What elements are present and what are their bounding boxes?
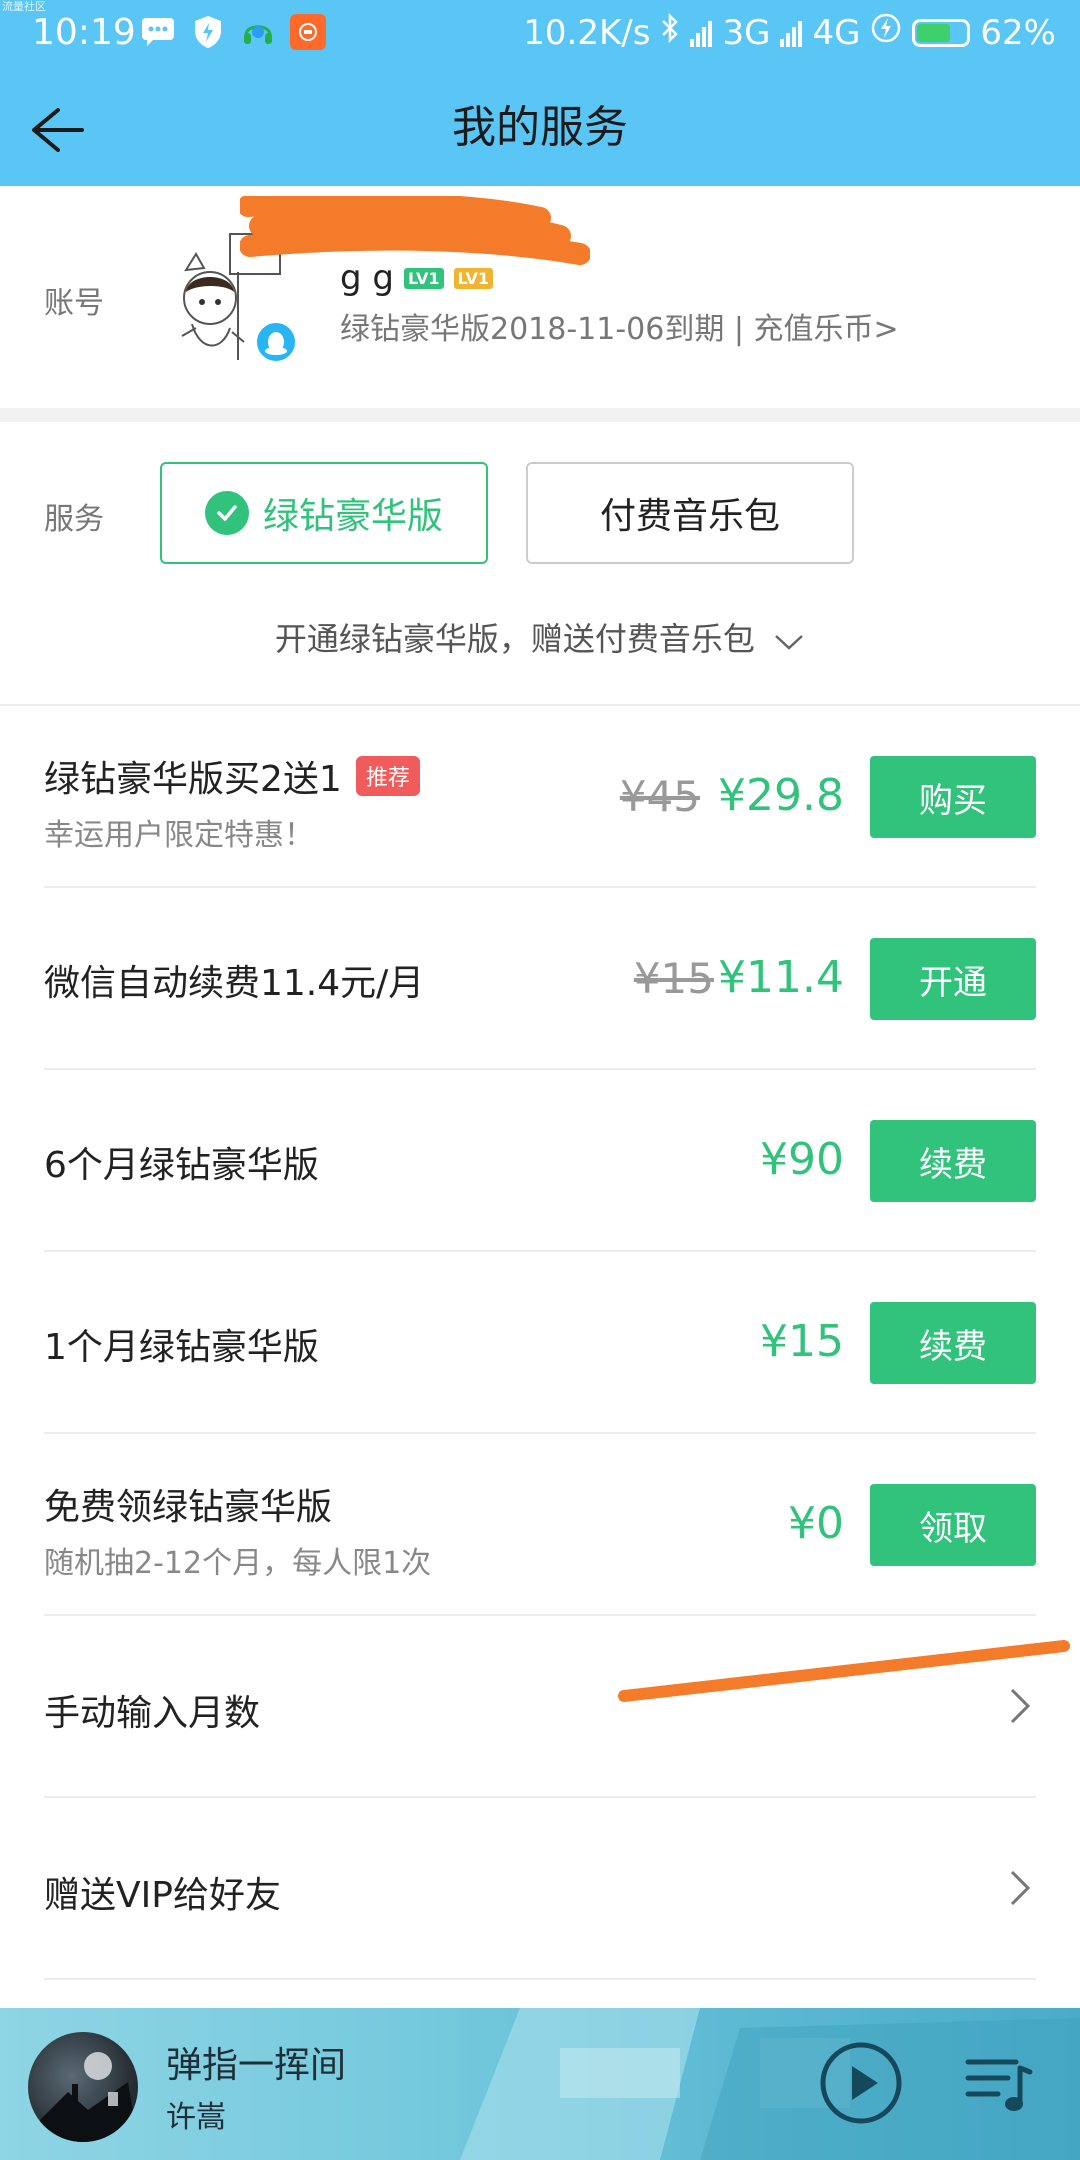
check-icon: [204, 491, 249, 535]
activate-button[interactable]: 开通: [870, 938, 1036, 1020]
playlist-icon[interactable]: [964, 2054, 1034, 2116]
player-background-art: [0, 2008, 1080, 2160]
link-label: 手动输入月数: [44, 1693, 261, 1734]
section-gap: [0, 408, 1080, 422]
page-title: 我的服务: [452, 102, 628, 153]
service-option-green-diamond[interactable]: 绿钻豪华版: [160, 462, 488, 564]
plan-row-1-month[interactable]: 1个月绿钻豪华版 ¥15 续费: [44, 1252, 1036, 1434]
album-art[interactable]: [28, 2032, 138, 2142]
plan-price: ¥90: [760, 1134, 844, 1185]
plan-title: 绿钻豪华版买2送1: [44, 759, 342, 800]
plan-price: ¥29.8: [718, 770, 844, 821]
notification-icons: [140, 14, 326, 50]
net-3g-label: 3G: [722, 13, 771, 53]
service-option-music-pack[interactable]: 付费音乐包: [526, 462, 854, 564]
plan-row-buy2get1[interactable]: 绿钻豪华版买2送1 推荐 幸运用户限定特惠！ ¥45 ¥29.8 购买: [44, 706, 1036, 888]
plan-old-price: ¥15: [633, 954, 714, 1003]
service-note[interactable]: 开通绿钻豪华版，赠送付费音乐包: [0, 614, 1080, 660]
plan-subtitle: 幸运用户限定特惠！: [44, 818, 314, 853]
chevron-down-icon: [773, 622, 805, 660]
status-time: 10:19: [32, 12, 136, 53]
plan-title: 1个月绿钻豪华版: [44, 1327, 319, 1368]
service-label: 服务: [44, 502, 104, 537]
plan-title: 微信自动续费11.4元/月: [44, 963, 425, 1004]
plan-title: 6个月绿钻豪华版: [44, 1145, 319, 1186]
message-icon: [140, 14, 176, 50]
plan-title-row: 免费领绿钻豪华版: [44, 1478, 332, 1530]
plan-title-row: 绿钻豪华版买2送1 推荐: [44, 750, 420, 802]
plan-title-row: 微信自动续费11.4元/月: [44, 954, 424, 1006]
plan-title-row: 1个月绿钻豪华版: [44, 1318, 319, 1370]
plan-list: 绿钻豪华版买2送1 推荐 幸运用户限定特惠！ ¥45 ¥29.8 购买 微信自动…: [0, 706, 1080, 1980]
plan-title: 免费领绿钻豪华版: [44, 1487, 333, 1528]
plan-price: ¥0: [788, 1498, 844, 1549]
service-option-label: 付费音乐包: [599, 496, 780, 537]
service-option-label: 绿钻豪华版: [262, 496, 443, 537]
renew-button[interactable]: 续费: [870, 1120, 1036, 1202]
status-bar: 流量社区 10:19 10.2K/s 3G 4G 62%: [0, 0, 1080, 68]
plan-title-row: 赠送VIP给好友: [44, 1866, 281, 1918]
recommend-tag: 推荐: [355, 756, 420, 796]
link-row-manual-months[interactable]: 手动输入月数: [44, 1616, 1070, 1798]
service-section: 服务 绿钻豪华版 付费音乐包 开通绿钻豪华版，赠送付费音乐包: [0, 422, 1080, 704]
plan-subtitle: 随机抽2-12个月，每人限1次: [44, 1546, 432, 1581]
account-section[interactable]: 账号 g g LV1 LV1 绿钻豪华版2018-11-06到期 | 充值乐币>: [0, 186, 1080, 408]
song-title: 弹指一挥间: [166, 2045, 347, 2086]
qq-penguin-icon: [254, 320, 298, 364]
plan-title-row: 手动输入月数: [44, 1684, 260, 1736]
net-speed: 10.2K/s: [523, 13, 651, 53]
charging-icon: [870, 11, 902, 55]
redaction-scribble: [240, 196, 590, 265]
battery-percent: 62%: [980, 13, 1056, 53]
link-label: 赠送VIP给好友: [44, 1875, 281, 1916]
plan-row-wechat-autorenew[interactable]: 微信自动续费11.4元/月 ¥15 ¥11.4 开通: [44, 888, 1036, 1070]
app-notification-icon: [290, 14, 326, 50]
vip-expiry-text[interactable]: 绿钻豪华版2018-11-06到期 | 充值乐币>: [340, 304, 899, 348]
signal-4g-icon: [780, 19, 803, 47]
plan-row-free[interactable]: 免费领绿钻豪华版 随机抽2-12个月，每人限1次 ¥0 领取: [44, 1434, 1036, 1616]
shield-icon: [190, 14, 226, 50]
screen: 流量社区 10:19 10.2K/s 3G 4G 62% 我的服务 账号 g g…: [0, 0, 1080, 2160]
plan-row-6-months[interactable]: 6个月绿钻豪华版 ¥90 续费: [44, 1070, 1036, 1252]
signal-3g-icon: [690, 19, 713, 47]
claim-button[interactable]: 领取: [870, 1484, 1036, 1566]
play-icon[interactable]: [818, 2040, 904, 2126]
account-label: 账号: [44, 286, 104, 321]
redaction-stroke: [618, 1640, 1070, 1702]
battery-level-fill: [917, 24, 950, 42]
headset-icon: [240, 14, 276, 50]
chevron-right-icon: [1010, 1688, 1031, 1724]
title-bar: 我的服务: [0, 68, 1080, 186]
system-status: 10.2K/s 3G 4G 62%: [523, 11, 1056, 55]
song-artist: 许嵩: [166, 2100, 226, 2135]
battery-icon: [912, 19, 971, 47]
plan-price: ¥11.4: [718, 952, 844, 1003]
service-note-text: 开通绿钻豪华版，赠送付费音乐包: [274, 620, 755, 658]
buy-button[interactable]: 购买: [870, 756, 1036, 838]
plan-title-row: 6个月绿钻豪华版: [44, 1136, 319, 1188]
plan-old-price: ¥45: [619, 772, 700, 821]
bluetooth-icon: [660, 11, 680, 55]
net-4g-label: 4G: [812, 13, 861, 53]
link-row-gift-vip[interactable]: 赠送VIP给好友: [44, 1798, 1036, 1980]
plan-price: ¥15: [760, 1316, 844, 1367]
chevron-right-icon: [1010, 1870, 1031, 1906]
mini-player[interactable]: 弹指一挥间 许嵩: [0, 2008, 1080, 2160]
renew-button[interactable]: 续费: [870, 1302, 1036, 1384]
